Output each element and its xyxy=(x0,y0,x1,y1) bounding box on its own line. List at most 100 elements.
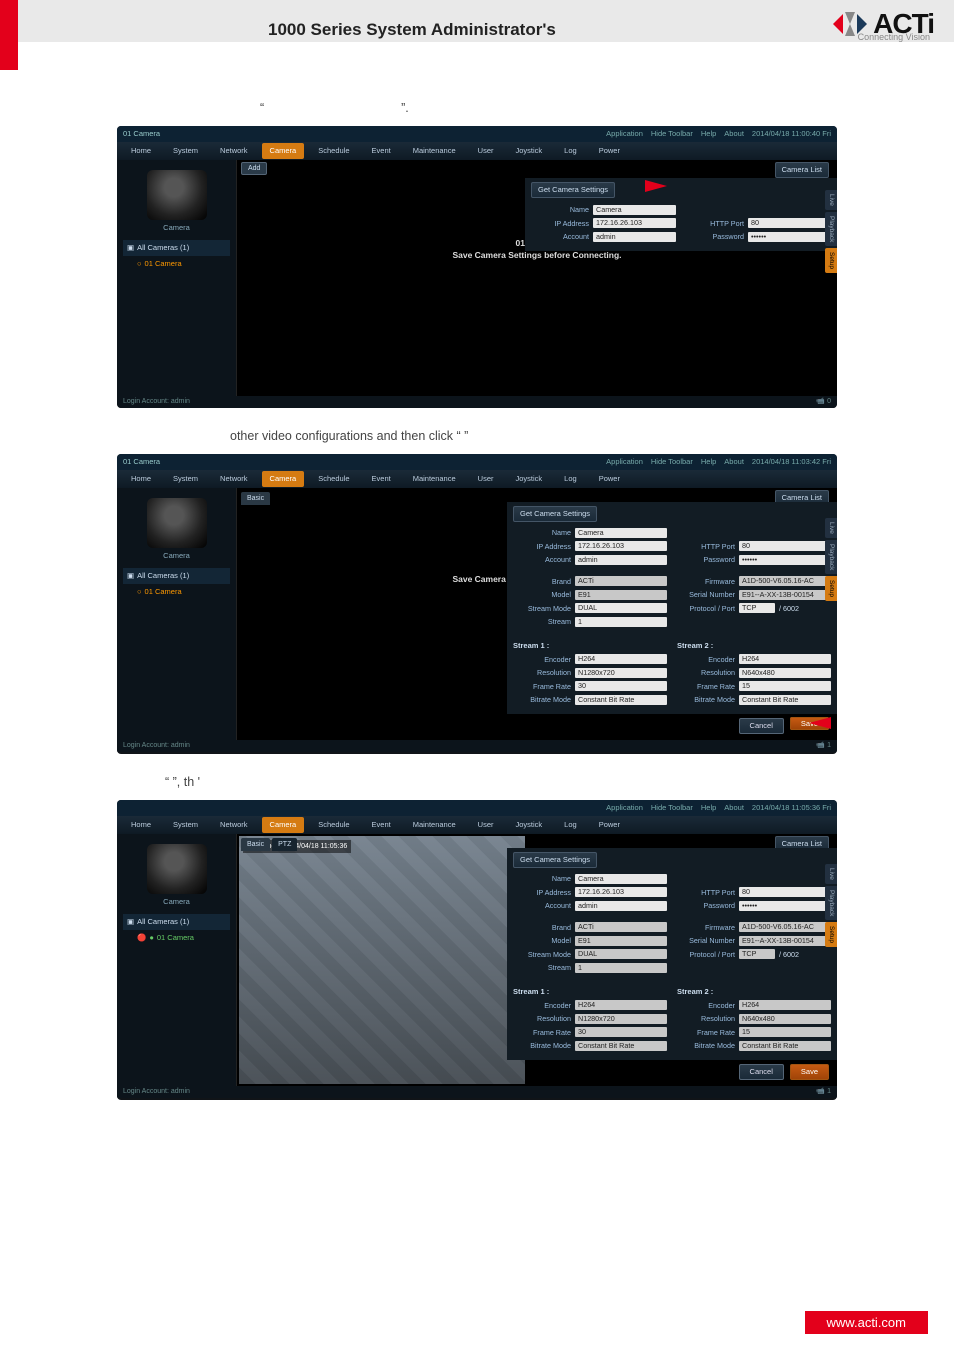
side-tab-playback[interactable]: Playback xyxy=(825,886,837,920)
ip-label: IP Address xyxy=(531,218,589,230)
tab-ptz[interactable]: PTZ xyxy=(272,838,297,851)
tree-all-cameras[interactable]: ▣ All Cameras (1) xyxy=(123,568,230,584)
add-button[interactable]: Add xyxy=(241,162,267,175)
menu-power[interactable]: Power xyxy=(591,817,628,833)
menu-joystick[interactable]: Joystick xyxy=(508,817,551,833)
menu-joystick[interactable]: Joystick xyxy=(508,143,551,159)
menu-user[interactable]: User xyxy=(470,817,502,833)
menu-maintenance[interactable]: Maintenance xyxy=(405,817,464,833)
bitrate1-select[interactable]: Constant Bit Rate xyxy=(575,695,667,705)
topnav-help[interactable]: Help xyxy=(701,802,716,814)
tree-item-camera-01[interactable]: 🔴 ● 01 Camera xyxy=(123,930,230,946)
menu-power[interactable]: Power xyxy=(591,143,628,159)
stream-select[interactable]: 1 xyxy=(575,617,667,627)
http-port-input[interactable]: 80 xyxy=(739,541,831,551)
menu-schedule[interactable]: Schedule xyxy=(310,471,357,487)
password-input[interactable]: •••••• xyxy=(739,901,831,911)
topnav-hide-toolbar[interactable]: Hide Toolbar xyxy=(651,456,693,468)
topnav-hide-toolbar[interactable]: Hide Toolbar xyxy=(651,802,693,814)
side-tab-setup[interactable]: Setup xyxy=(825,922,837,947)
menu-user[interactable]: User xyxy=(470,471,502,487)
resolution1-select[interactable]: N1280x720 xyxy=(575,668,667,678)
tree-all-cameras[interactable]: ▣ All Cameras (1) xyxy=(123,914,230,930)
menu-camera[interactable]: Camera xyxy=(262,143,305,159)
camera-list-button[interactable]: Camera List xyxy=(775,162,829,178)
encoder1-select[interactable]: H264 xyxy=(575,654,667,664)
name-input[interactable]: Camera xyxy=(575,874,667,884)
password-input[interactable]: •••••• xyxy=(739,555,831,565)
stream-mode-select[interactable]: DUAL xyxy=(575,603,667,613)
side-tab-live[interactable]: Live xyxy=(825,864,837,884)
menu-joystick[interactable]: Joystick xyxy=(508,471,551,487)
menu-network[interactable]: Network xyxy=(212,817,256,833)
side-tab-playback[interactable]: Playback xyxy=(825,540,837,574)
name-input[interactable]: Camera xyxy=(593,205,676,215)
menu-system[interactable]: System xyxy=(165,143,206,159)
topnav-hide-toolbar[interactable]: Hide Toolbar xyxy=(651,128,693,140)
ip-input[interactable]: 172.16.26.103 xyxy=(575,541,667,551)
menu-user[interactable]: User xyxy=(470,143,502,159)
menu-event[interactable]: Event xyxy=(364,817,399,833)
get-camera-settings-button[interactable]: Get Camera Settings xyxy=(531,182,615,198)
bitrate2-select[interactable]: Constant Bit Rate xyxy=(739,695,831,705)
framerate2-select[interactable]: 15 xyxy=(739,681,831,691)
account-input[interactable]: admin xyxy=(593,232,676,242)
menu-network[interactable]: Network xyxy=(212,471,256,487)
side-tab-setup[interactable]: Setup xyxy=(825,576,837,601)
menu-log[interactable]: Log xyxy=(556,817,585,833)
http-port-input[interactable]: 80 xyxy=(739,887,831,897)
tree-all-cameras[interactable]: ▣ All Cameras (1) xyxy=(123,240,230,256)
menu-system[interactable]: System xyxy=(165,817,206,833)
account-input[interactable]: admin xyxy=(575,555,667,565)
side-tab-live[interactable]: Live xyxy=(825,518,837,538)
tab-basic[interactable]: Basic xyxy=(241,838,270,851)
tab-basic[interactable]: Basic xyxy=(241,492,270,505)
topnav-application[interactable]: Application xyxy=(606,456,643,468)
menu-event[interactable]: Event xyxy=(364,143,399,159)
ip-input[interactable]: 172.16.26.103 xyxy=(575,887,667,897)
menu-log[interactable]: Log xyxy=(556,143,585,159)
password-input[interactable]: •••••• xyxy=(748,232,831,242)
tree-item-camera-01[interactable]: ○ 01 Camera xyxy=(123,256,230,272)
menu-home[interactable]: Home xyxy=(123,817,159,833)
menu-maintenance[interactable]: Maintenance xyxy=(405,471,464,487)
menu-schedule[interactable]: Schedule xyxy=(310,143,357,159)
topnav-about[interactable]: About xyxy=(724,456,744,468)
resolution2-select[interactable]: N640x480 xyxy=(739,668,831,678)
cancel-button[interactable]: Cancel xyxy=(739,1064,784,1080)
protocol-select[interactable]: TCP xyxy=(739,603,775,613)
ip-input[interactable]: 172.16.26.103 xyxy=(593,218,676,228)
topnav-application[interactable]: Application xyxy=(606,802,643,814)
framerate1-select[interactable]: 30 xyxy=(575,681,667,691)
tree-item-camera-01[interactable]: ○ 01 Camera xyxy=(123,584,230,600)
topnav-help[interactable]: Help xyxy=(701,456,716,468)
topnav-about[interactable]: About xyxy=(724,802,744,814)
menu-schedule[interactable]: Schedule xyxy=(310,817,357,833)
doc-title: 1000 Series System Administrator's xyxy=(268,20,556,40)
topnav-about[interactable]: About xyxy=(724,128,744,140)
menu-log[interactable]: Log xyxy=(556,471,585,487)
bitrate-label: Bitrate Mode xyxy=(513,694,571,706)
cancel-button[interactable]: Cancel xyxy=(739,718,784,734)
menu-camera[interactable]: Camera xyxy=(262,471,305,487)
menu-power[interactable]: Power xyxy=(591,471,628,487)
account-input[interactable]: admin xyxy=(575,901,667,911)
http-port-input[interactable]: 80 xyxy=(748,218,831,228)
side-tab-live[interactable]: Live xyxy=(825,190,837,210)
save-button[interactable]: Save xyxy=(790,1064,829,1080)
menu-system[interactable]: System xyxy=(165,471,206,487)
topnav-help[interactable]: Help xyxy=(701,128,716,140)
menu-maintenance[interactable]: Maintenance xyxy=(405,143,464,159)
get-camera-settings-button[interactable]: Get Camera Settings xyxy=(513,852,597,868)
menu-network[interactable]: Network xyxy=(212,143,256,159)
encoder2-select[interactable]: H264 xyxy=(739,654,831,664)
name-input[interactable]: Camera xyxy=(575,528,667,538)
menu-home[interactable]: Home xyxy=(123,143,159,159)
menu-home[interactable]: Home xyxy=(123,471,159,487)
get-camera-settings-button[interactable]: Get Camera Settings xyxy=(513,506,597,522)
menu-camera[interactable]: Camera xyxy=(262,817,305,833)
side-tab-setup[interactable]: Setup xyxy=(825,248,837,273)
topnav-application[interactable]: Application xyxy=(606,128,643,140)
menu-event[interactable]: Event xyxy=(364,471,399,487)
side-tab-playback[interactable]: Playback xyxy=(825,212,837,246)
